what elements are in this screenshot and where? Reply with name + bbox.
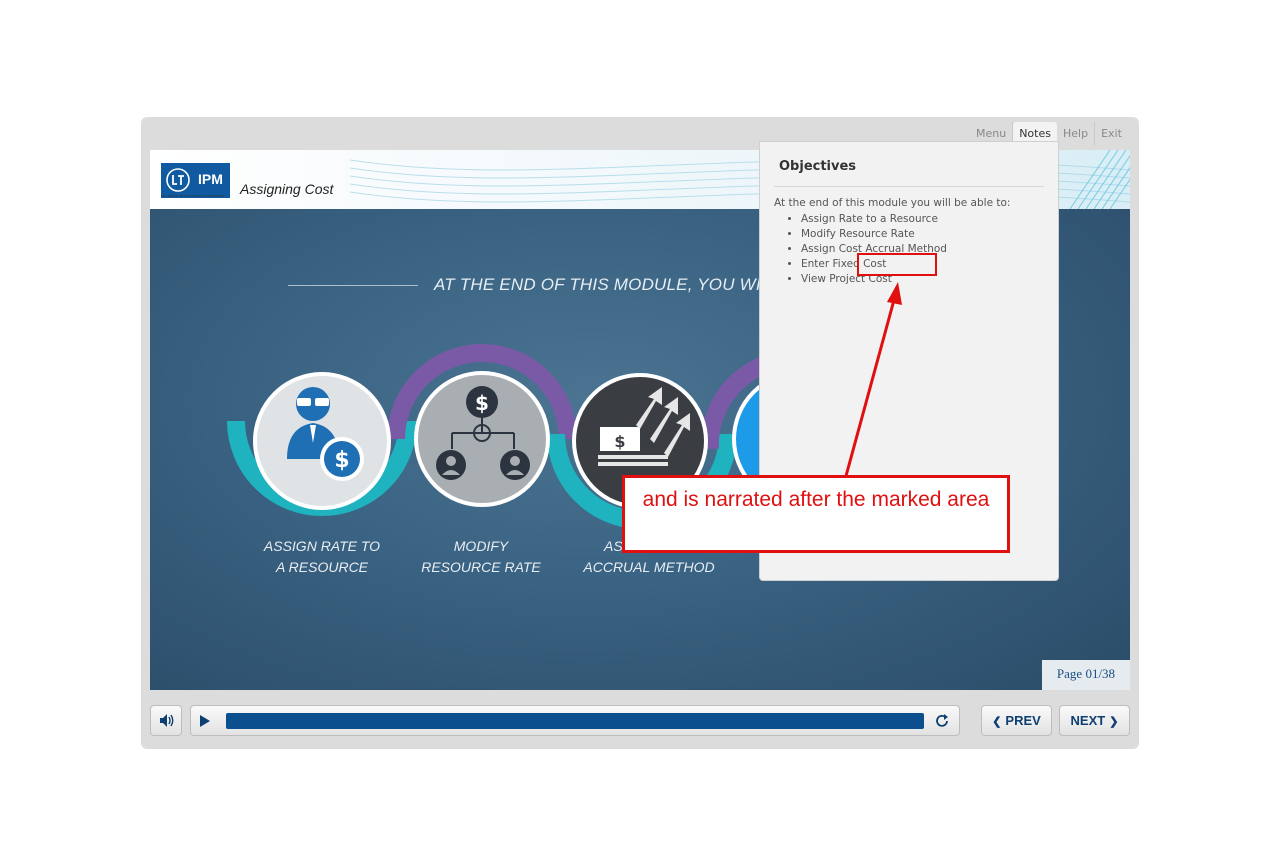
annotation-callout: and is narrated after the marked area <box>622 475 1010 553</box>
prev-label: PREV <box>1005 713 1041 728</box>
audio-button[interactable] <box>150 705 182 736</box>
playback-bar <box>190 705 960 736</box>
next-label: NEXT <box>1070 713 1106 728</box>
replay-icon[interactable] <box>933 712 951 730</box>
play-icon[interactable] <box>199 714 211 728</box>
prev-button[interactable]: ❮ PREV <box>981 705 1052 736</box>
chevron-right-icon: ❯ <box>1109 716 1119 728</box>
progress-bar[interactable] <box>226 713 924 729</box>
chevron-left-icon: ❮ <box>992 716 1002 728</box>
next-button[interactable]: NEXT ❯ <box>1059 705 1130 736</box>
speaker-icon <box>160 714 174 727</box>
